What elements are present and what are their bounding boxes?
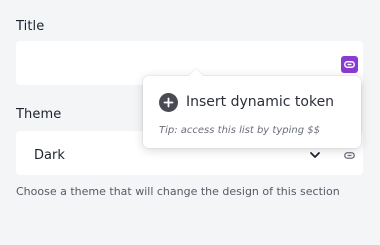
title-label: Title — [16, 19, 45, 34]
theme-select-value: Dark — [34, 148, 65, 163]
insert-dynamic-token-label: Insert dynamic token — [186, 94, 335, 110]
theme-help-text: Choose a theme that will change the desi… — [16, 185, 340, 198]
token-popover — [143, 76, 361, 148]
link-icon — [344, 152, 355, 159]
theme-label: Theme — [16, 107, 62, 122]
theme-insert-token-button[interactable] — [341, 147, 358, 164]
settings-panel: Title Theme Dark Choose a theme that wil… — [0, 0, 380, 245]
link-icon — [344, 61, 355, 68]
insert-token-button[interactable] — [341, 56, 358, 73]
plus-circle-icon — [159, 92, 178, 112]
chevron-down-icon[interactable] — [309, 150, 321, 160]
insert-dynamic-token-option[interactable]: Insert dynamic token — [159, 92, 334, 112]
popover-tip: Tip: access this list by typing $$ — [159, 125, 320, 136]
